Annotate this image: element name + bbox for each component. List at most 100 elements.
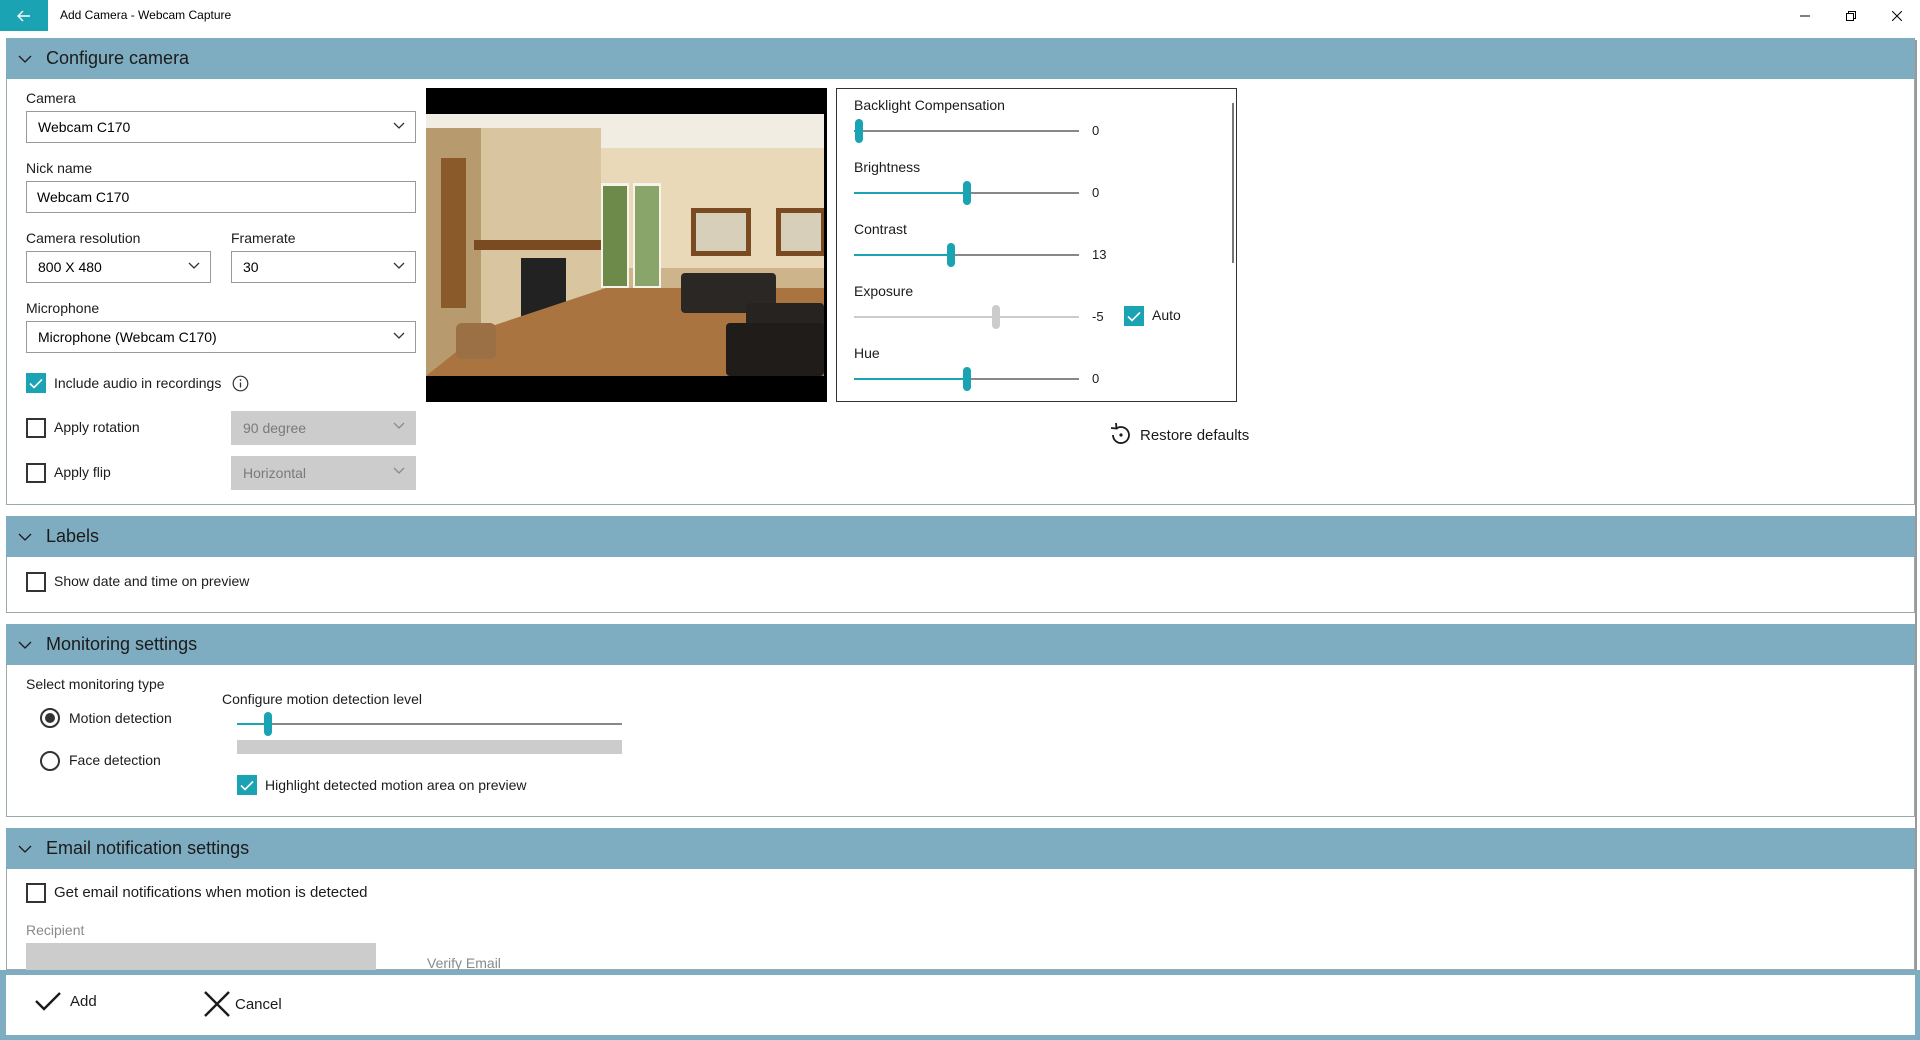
framerate-label: Framerate — [231, 230, 296, 246]
slider-thumb[interactable] — [962, 367, 971, 391]
property-label: Exposure — [854, 283, 914, 299]
checkmark-icon — [1127, 311, 1141, 322]
camera-select[interactable]: Webcam C170 — [26, 111, 416, 143]
chevron-down-icon — [393, 122, 405, 129]
slider-thumb[interactable] — [854, 119, 863, 143]
close-icon — [204, 991, 230, 1017]
chevron-down-icon — [393, 332, 405, 339]
include-audio-label: Include audio in recordings — [54, 375, 222, 391]
exposure-auto-checkbox[interactable] — [1124, 306, 1144, 326]
checkmark-icon — [35, 992, 61, 1011]
verify-email-button[interactable]: Verify Email — [427, 955, 501, 971]
resolution-select-value: 800 X 480 — [38, 259, 102, 275]
resolution-select[interactable]: 800 X 480 — [26, 251, 211, 283]
property-slider[interactable] — [854, 119, 1079, 143]
slider-fill — [854, 192, 967, 194]
labels-header[interactable]: Labels — [6, 516, 1915, 557]
slider-fill — [854, 254, 951, 256]
add-label: Add — [70, 992, 97, 1010]
camera-preview-image — [426, 88, 827, 402]
chevron-down-icon — [188, 262, 200, 269]
section-title: Configure camera — [46, 48, 190, 68]
monitoring-header[interactable]: Monitoring settings — [6, 624, 1915, 665]
nickname-label: Nick name — [26, 160, 93, 176]
rotation-select[interactable]: 90 degree — [231, 411, 416, 445]
property-value: -5 — [1092, 309, 1104, 324]
slider-thumb[interactable] — [263, 712, 272, 736]
checkmark-icon — [29, 378, 43, 389]
show-datetime-label: Show date and time on preview — [54, 573, 250, 589]
info-icon[interactable] — [232, 375, 249, 395]
add-button[interactable]: Add — [34, 990, 97, 1012]
framerate-select[interactable]: 30 — [231, 251, 416, 283]
camera-label: Camera — [26, 90, 76, 106]
property-label: Hue — [854, 345, 880, 361]
camera-preview — [426, 88, 827, 402]
chevron-down-icon — [18, 533, 34, 541]
email-notify-checkbox[interactable] — [26, 883, 46, 903]
exposure-auto-label: Auto — [1152, 307, 1181, 323]
chevron-down-icon — [18, 641, 34, 649]
slider-fill — [854, 378, 967, 380]
resolution-label: Camera resolution — [26, 230, 141, 246]
slider-thumb[interactable] — [946, 243, 955, 267]
nickname-input[interactable]: Webcam C170 — [26, 181, 416, 213]
close-button[interactable] — [1874, 0, 1920, 31]
property-value: 0 — [1092, 371, 1100, 386]
show-datetime-checkbox[interactable] — [26, 572, 46, 592]
configure-camera-header[interactable]: Configure camera — [6, 38, 1915, 79]
restore-defaults-button[interactable]: Restore defaults — [1108, 422, 1249, 448]
restore-button[interactable] — [1828, 0, 1874, 31]
property-slider[interactable] — [854, 305, 1079, 329]
apply-rotation-checkbox[interactable] — [26, 418, 46, 438]
flip-select-value: Horizontal — [243, 465, 307, 481]
slider-thumb[interactable] — [991, 305, 1000, 329]
apply-flip-checkbox[interactable] — [26, 463, 46, 483]
include-audio-checkbox[interactable] — [26, 373, 46, 393]
recipient-input[interactable] — [26, 943, 376, 970]
section-title: Monitoring settings — [46, 634, 198, 654]
face-detection-label: Face detection — [69, 752, 161, 768]
microphone-select-value: Microphone (Webcam C170) — [38, 329, 217, 345]
section-title: Labels — [46, 526, 100, 546]
highlight-motion-checkbox[interactable] — [237, 775, 257, 795]
title-bar: Add Camera - Webcam Capture — [0, 0, 1920, 31]
apply-rotation-label: Apply rotation — [54, 419, 140, 435]
minimize-icon — [1800, 15, 1810, 16]
face-detection-radio[interactable] — [40, 751, 60, 771]
checkmark-icon — [240, 780, 254, 791]
slider-thumb[interactable] — [962, 181, 971, 205]
property-slider[interactable] — [854, 367, 1079, 391]
cancel-button[interactable]: Cancel — [203, 990, 282, 1018]
camera-properties-panel: Backlight Compensation 0 Brightness 0 Contra… — [836, 88, 1237, 402]
back-arrow-icon — [17, 10, 30, 21]
motion-detection-radio[interactable] — [40, 708, 60, 728]
properties-scrollbar[interactable] — [1232, 103, 1234, 263]
chevron-down-icon — [18, 55, 34, 63]
window-title: Add Camera - Webcam Capture — [60, 8, 232, 22]
property-slider[interactable] — [854, 243, 1079, 267]
restore-icon — [1846, 10, 1856, 21]
motion-level-meter — [237, 740, 622, 754]
motion-detection-label: Motion detection — [69, 710, 172, 726]
chevron-down-icon — [393, 262, 405, 269]
microphone-select[interactable]: Microphone (Webcam C170) — [26, 321, 416, 353]
highlight-motion-label: Highlight detected motion area on previe… — [265, 777, 527, 793]
select-monitoring-label: Select monitoring type — [26, 676, 165, 692]
property-label: Contrast — [854, 221, 907, 237]
email-header[interactable]: Email notification settings — [6, 828, 1915, 869]
framerate-select-value: 30 — [243, 259, 259, 275]
email-notify-label: Get email notifications when motion is d… — [54, 884, 368, 901]
property-slider[interactable] — [854, 181, 1079, 205]
flip-select[interactable]: Horizontal — [231, 456, 416, 490]
minimize-button[interactable] — [1782, 0, 1828, 31]
property-label: Brightness — [854, 159, 921, 175]
page-scrollbar[interactable] — [1915, 40, 1917, 970]
back-button[interactable] — [0, 0, 48, 31]
section-title: Email notification settings — [46, 838, 250, 858]
property-label: Backlight Compensation — [854, 97, 1005, 113]
radio-dot — [45, 713, 55, 723]
motion-level-slider[interactable] — [237, 712, 622, 736]
camera-select-value: Webcam C170 — [38, 119, 131, 135]
restore-icon — [1110, 422, 1130, 444]
